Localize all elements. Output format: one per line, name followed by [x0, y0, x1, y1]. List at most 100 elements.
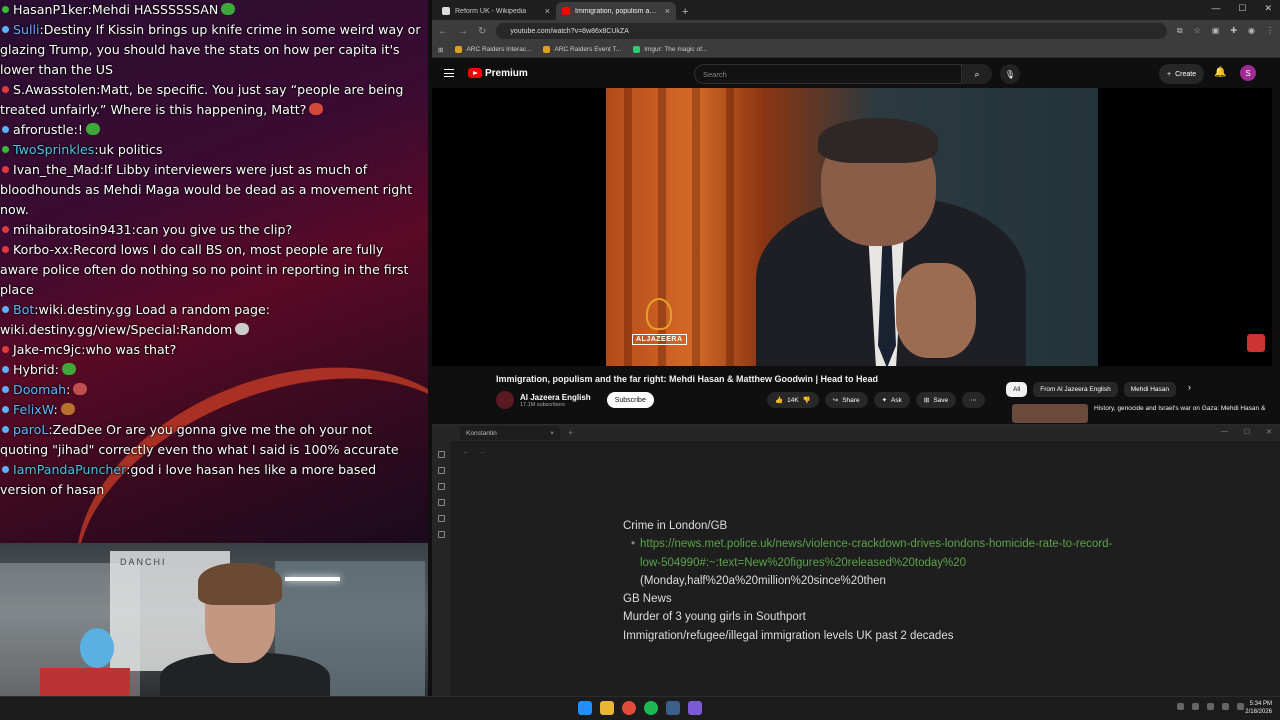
video-player[interactable]: ALJAZEERA — [432, 88, 1272, 366]
steam-icon[interactable] — [666, 701, 680, 715]
chat-username[interactable]: Hybrid — [13, 362, 55, 377]
install-icon[interactable]: ⧉ — [1177, 26, 1183, 36]
note-tab[interactable]: Konstantin × — [460, 426, 560, 440]
chrome-icon[interactable] — [622, 701, 636, 715]
chat-message-list[interactable]: HasanP1ker:Mehdi HASSSSSSAN Sulli:Destiny… — [0, 0, 428, 500]
calendar-icon[interactable] — [437, 499, 445, 506]
extension-icon[interactable]: ▣ — [1212, 26, 1220, 36]
chat-username[interactable]: Doomah — [13, 382, 66, 397]
new-tab-button[interactable]: + — [676, 6, 694, 20]
chat-username[interactable]: S.Awasstolen — [13, 82, 96, 97]
user-badge-icon — [2, 86, 9, 93]
chat-username[interactable]: HasanP1ker — [13, 2, 88, 17]
note-link[interactable]: https://news.met.police.uk/news/violence… — [623, 535, 1123, 572]
file-explorer-icon[interactable] — [600, 701, 614, 715]
bookmark-item[interactable]: ARC Raiders Event T... — [543, 46, 621, 53]
forward-icon[interactable]: → — [458, 26, 468, 37]
url-field[interactable]: youtube.com/watch?v=8w86x8CUkZA — [496, 23, 1167, 39]
tray-icon[interactable] — [1207, 703, 1214, 710]
more-actions-button[interactable]: ⋯ — [962, 392, 985, 408]
search-button[interactable]: ⌕ — [962, 64, 992, 84]
chat-username[interactable]: Jake-mc9jc — [13, 342, 81, 357]
voice-search-button[interactable]: 🎙 — [1000, 64, 1020, 84]
terminal-icon[interactable] — [437, 531, 445, 538]
chat-username[interactable]: paroL — [13, 422, 48, 437]
chip-mehdi-hasan[interactable]: Mehdi Hasan — [1123, 382, 1176, 397]
youtube-logo[interactable]: Premium — [468, 68, 528, 79]
like-button[interactable]: 👍 14K 👎 — [767, 392, 819, 408]
subscribe-button[interactable]: Subscribe — [606, 392, 654, 408]
tray-icon[interactable] — [1177, 703, 1184, 710]
menu-icon[interactable]: ⋮ — [1266, 26, 1274, 36]
save-button[interactable]: ⊞ Save — [915, 392, 957, 408]
hamburger-menu-icon[interactable] — [444, 69, 454, 77]
tab-label: Immigration, populism and the far right — [575, 7, 660, 15]
sparkle-icon: ✦ — [881, 397, 888, 404]
maximize-icon[interactable]: ☐ — [1244, 428, 1250, 436]
tab-reform-uk[interactable]: Reform UK - Wikipedia × — [436, 2, 556, 20]
curtain-fold — [624, 88, 632, 366]
close-window-icon[interactable]: ✕ — [1264, 3, 1272, 14]
chip-all[interactable]: All — [1006, 382, 1028, 397]
channel-watermark-icon[interactable] — [1247, 334, 1265, 352]
notifications-bell-icon[interactable]: 🔔 — [1214, 67, 1226, 78]
ask-button[interactable]: ✦ Ask — [873, 392, 910, 408]
video-frame[interactable]: ALJAZEERA — [606, 88, 1098, 366]
create-button[interactable]: + Create — [1159, 64, 1205, 84]
extensions-icon[interactable]: ✚ — [1230, 26, 1237, 36]
maximize-icon[interactable]: ☐ — [1238, 3, 1246, 14]
profile-icon[interactable]: ◉ — [1248, 26, 1255, 36]
graph-icon[interactable] — [437, 483, 445, 490]
tray-icon[interactable] — [1192, 703, 1199, 710]
new-tab-button[interactable]: + — [568, 428, 573, 438]
chat-username[interactable]: Korbo-xx — [13, 242, 69, 257]
apps-icon[interactable]: ⊞ — [438, 46, 443, 54]
chat-username[interactable]: TwoSprinkles — [13, 142, 94, 157]
volume-icon[interactable] — [1237, 703, 1244, 710]
bookmark-item[interactable]: ARC Raiders Interac... — [455, 46, 531, 53]
search-input[interactable]: Search — [694, 64, 962, 84]
share-button[interactable]: ↪ Share — [824, 392, 868, 408]
streamer-hair — [198, 563, 282, 605]
chat-username[interactable]: Sulli — [13, 22, 39, 37]
bookmark-star-icon[interactable]: ☆ — [1194, 26, 1201, 36]
channel-avatar[interactable] — [496, 391, 514, 409]
minimize-icon[interactable]: — — [1221, 428, 1228, 436]
close-icon[interactable]: × — [545, 6, 550, 16]
channel-name[interactable]: Al Jazeera English — [520, 393, 591, 402]
windows-start-icon[interactable] — [578, 701, 592, 715]
close-icon[interactable]: × — [665, 6, 670, 16]
close-window-icon[interactable]: ✕ — [1266, 428, 1272, 436]
back-icon[interactable]: ← — [438, 26, 448, 37]
close-icon[interactable]: × — [550, 430, 554, 437]
bookmark-item[interactable]: Imgur: The magic of... — [633, 46, 707, 53]
search-icon[interactable] — [437, 467, 445, 474]
chevron-right-icon[interactable]: › — [1182, 382, 1197, 397]
spotify-icon[interactable] — [644, 701, 658, 715]
chat-username[interactable]: FelixW — [13, 402, 53, 417]
chip-from-channel[interactable]: From Al Jazeera English — [1033, 382, 1118, 397]
chat-username[interactable]: mihaibratosin9431 — [13, 222, 132, 237]
nav-arrows[interactable]: ←→ — [462, 447, 494, 456]
minimize-icon[interactable]: — — [1211, 3, 1220, 14]
thumbs-down-icon[interactable]: 👎 — [803, 396, 811, 404]
files-icon[interactable] — [437, 451, 445, 458]
copy-icon[interactable] — [437, 515, 445, 522]
recommended-video[interactable]: History, genocide and Israel's war on Ga… — [1012, 404, 1272, 423]
recommended-thumbnail[interactable] — [1012, 404, 1088, 423]
chat-username[interactable]: Ivan_the_Mad — [13, 162, 100, 177]
wifi-icon[interactable] — [1222, 703, 1229, 710]
obsidian-icon[interactable] — [688, 701, 702, 715]
youtube-icon — [562, 7, 570, 15]
account-avatar[interactable]: S — [1240, 65, 1256, 81]
presenter-hand — [896, 263, 976, 358]
chat-username[interactable]: Bot — [13, 302, 34, 317]
clock[interactable]: 5:34 PM 2/18/2026 — [1245, 700, 1272, 716]
recommended-title[interactable]: History, genocide and Israel's war on Ga… — [1094, 404, 1265, 423]
reload-icon[interactable]: ↻ — [478, 26, 486, 37]
chat-username[interactable]: afrorustle — [13, 122, 74, 137]
chat-message: Bot:wiki.destiny.gg Load a random page: … — [0, 300, 428, 340]
tab-youtube[interactable]: Immigration, populism and the far right … — [556, 2, 676, 20]
note-body[interactable]: Crime in London/GB https://news.met.poli… — [623, 517, 1123, 645]
chat-username[interactable]: IamPandaPuncher — [13, 462, 126, 477]
